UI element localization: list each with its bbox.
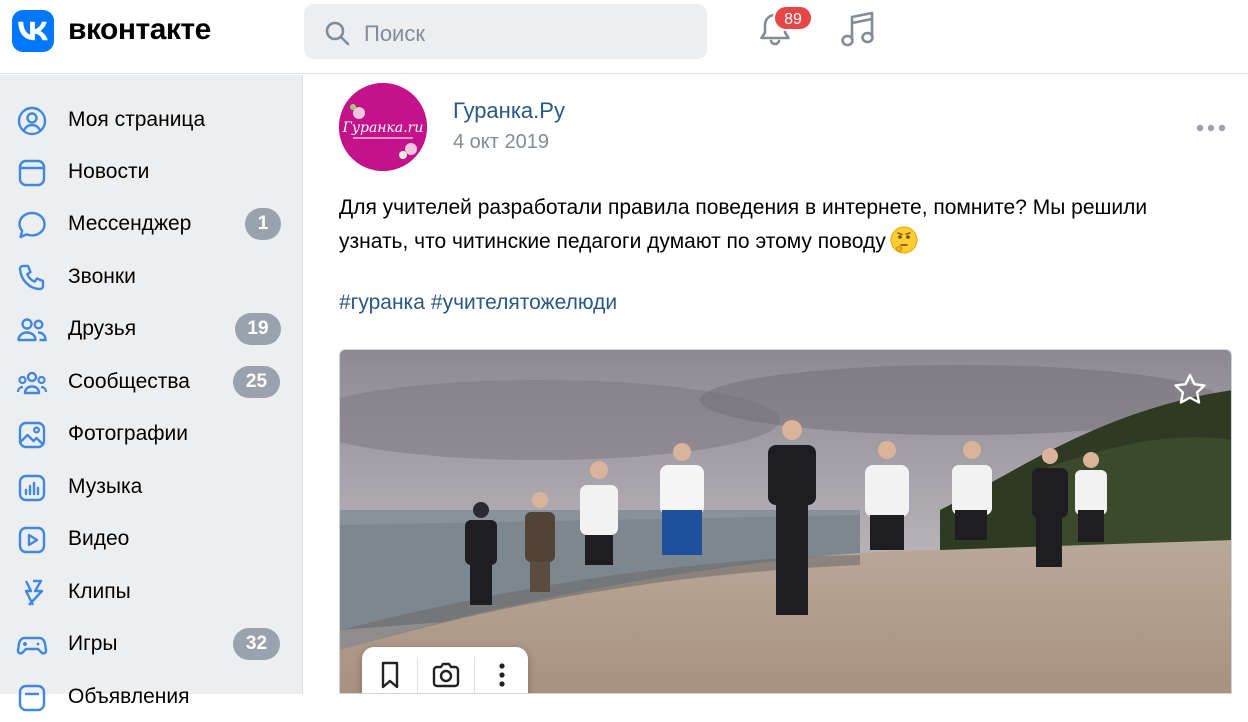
message-icon (18, 211, 46, 239)
friends-counter: 19 (235, 313, 281, 345)
games-counter: 32 (233, 628, 280, 660)
sidebar-item-label: Фотографии (68, 422, 189, 445)
communities-icon (16, 371, 48, 395)
hashtag-link[interactable]: #гуранка (339, 291, 425, 314)
community-avatar[interactable]: Гуранка.ru (339, 83, 427, 171)
post-text: Для учителей разработали правила поведен… (339, 191, 1239, 259)
phone-icon (18, 264, 45, 291)
music-note-icon[interactable] (838, 8, 878, 50)
sidebar-item-label: Мессенджер (68, 212, 192, 235)
toolbar-divider (474, 657, 475, 693)
toolbar-divider (417, 657, 418, 693)
search-icon (325, 21, 350, 46)
star-favorite-icon[interactable] (1172, 372, 1208, 408)
sidebar-item-calls[interactable]: Звонки (0, 252, 303, 302)
bookmark-icon[interactable] (374, 659, 406, 691)
post-author-link[interactable]: Гуранка.Ру (453, 98, 565, 124)
sidebar-item-clips[interactable]: Клипы (0, 567, 303, 617)
games-icon (16, 636, 48, 655)
sidebar-item-label: Звонки (68, 265, 136, 288)
sidebar-item-label: Объявления (68, 685, 190, 708)
camera-icon[interactable] (430, 659, 462, 691)
left-sidebar: Моя страница Новости Мессенджер 1 Звонки… (0, 75, 303, 712)
sidebar-item-my-page[interactable]: Моя страница (0, 95, 303, 145)
top-header: вконтакте Поиск 89 (0, 0, 1248, 74)
messenger-counter: 1 (245, 208, 281, 240)
wall-post: Гуранка.ru Гуранка.Ру 4 окт 2019 Для учи… (304, 75, 1248, 694)
post-text-line: узнать, что читинские педагоги думают по… (339, 230, 886, 253)
post-date[interactable]: 4 окт 2019 (453, 131, 549, 154)
community-logo-image: Гуранка.ru (339, 83, 427, 171)
sidebar-item-games[interactable]: Игры 32 (0, 619, 303, 669)
post-video-thumbnail[interactable] (339, 349, 1232, 694)
sidebar-item-label: Сообщества (68, 370, 190, 393)
sidebar-item-news[interactable]: Новости (0, 147, 303, 197)
friends-icon (17, 318, 47, 342)
video-icon (18, 526, 46, 554)
sidebar-item-music[interactable]: Музыка (0, 462, 303, 512)
vk-logo-icon[interactable] (12, 10, 54, 52)
communities-counter: 25 (233, 366, 280, 398)
sidebar-item-label: Музыка (68, 475, 143, 498)
sidebar-item-label: Клипы (68, 580, 131, 603)
post-text-line-2: узнать, что читинские педагоги думают по… (339, 225, 1239, 259)
photo-icon (18, 421, 46, 449)
sidebar-item-label: Игры (68, 632, 118, 655)
sidebar-item-label: Моя страница (68, 108, 206, 131)
sidebar-item-communities[interactable]: Сообщества 25 (0, 357, 303, 407)
clips-icon (24, 579, 44, 606)
sidebar-item-label: Видео (68, 527, 130, 550)
ads-icon (18, 684, 46, 712)
search-input[interactable]: Поиск (304, 4, 707, 59)
more-options-icon[interactable] (1194, 121, 1228, 135)
brand-name[interactable]: вконтакте (68, 13, 211, 47)
vertical-dots-icon[interactable] (486, 659, 518, 691)
hashtags: #гуранка #учителятожелюди (339, 291, 623, 315)
music-icon (18, 474, 46, 502)
user-circle-icon (17, 106, 47, 136)
thinking-face-icon (890, 226, 918, 254)
sidebar-item-photos[interactable]: Фотографии (0, 409, 303, 459)
search-placeholder: Поиск (364, 21, 425, 46)
sidebar-item-friends[interactable]: Друзья 19 (0, 304, 303, 354)
beach-video-image (340, 350, 1231, 693)
media-toolbar (362, 647, 528, 693)
hashtag-link[interactable]: #учителятожелюди (431, 291, 617, 314)
avatar-text: Гуранка.ru (342, 120, 424, 136)
post-text-line: Для учителей разработали правила поведен… (339, 196, 1148, 219)
sidebar-item-ads[interactable]: Объявления (0, 672, 303, 722)
sidebar-item-messenger[interactable]: Мессенджер 1 (0, 199, 303, 249)
sidebar-item-video[interactable]: Видео (0, 514, 303, 564)
sidebar-item-label: Друзья (68, 317, 137, 340)
news-icon (18, 159, 46, 187)
sidebar-item-label: Новости (68, 160, 150, 183)
vk-logo-mark (18, 21, 48, 41)
notifications-badge: 89 (773, 5, 813, 31)
